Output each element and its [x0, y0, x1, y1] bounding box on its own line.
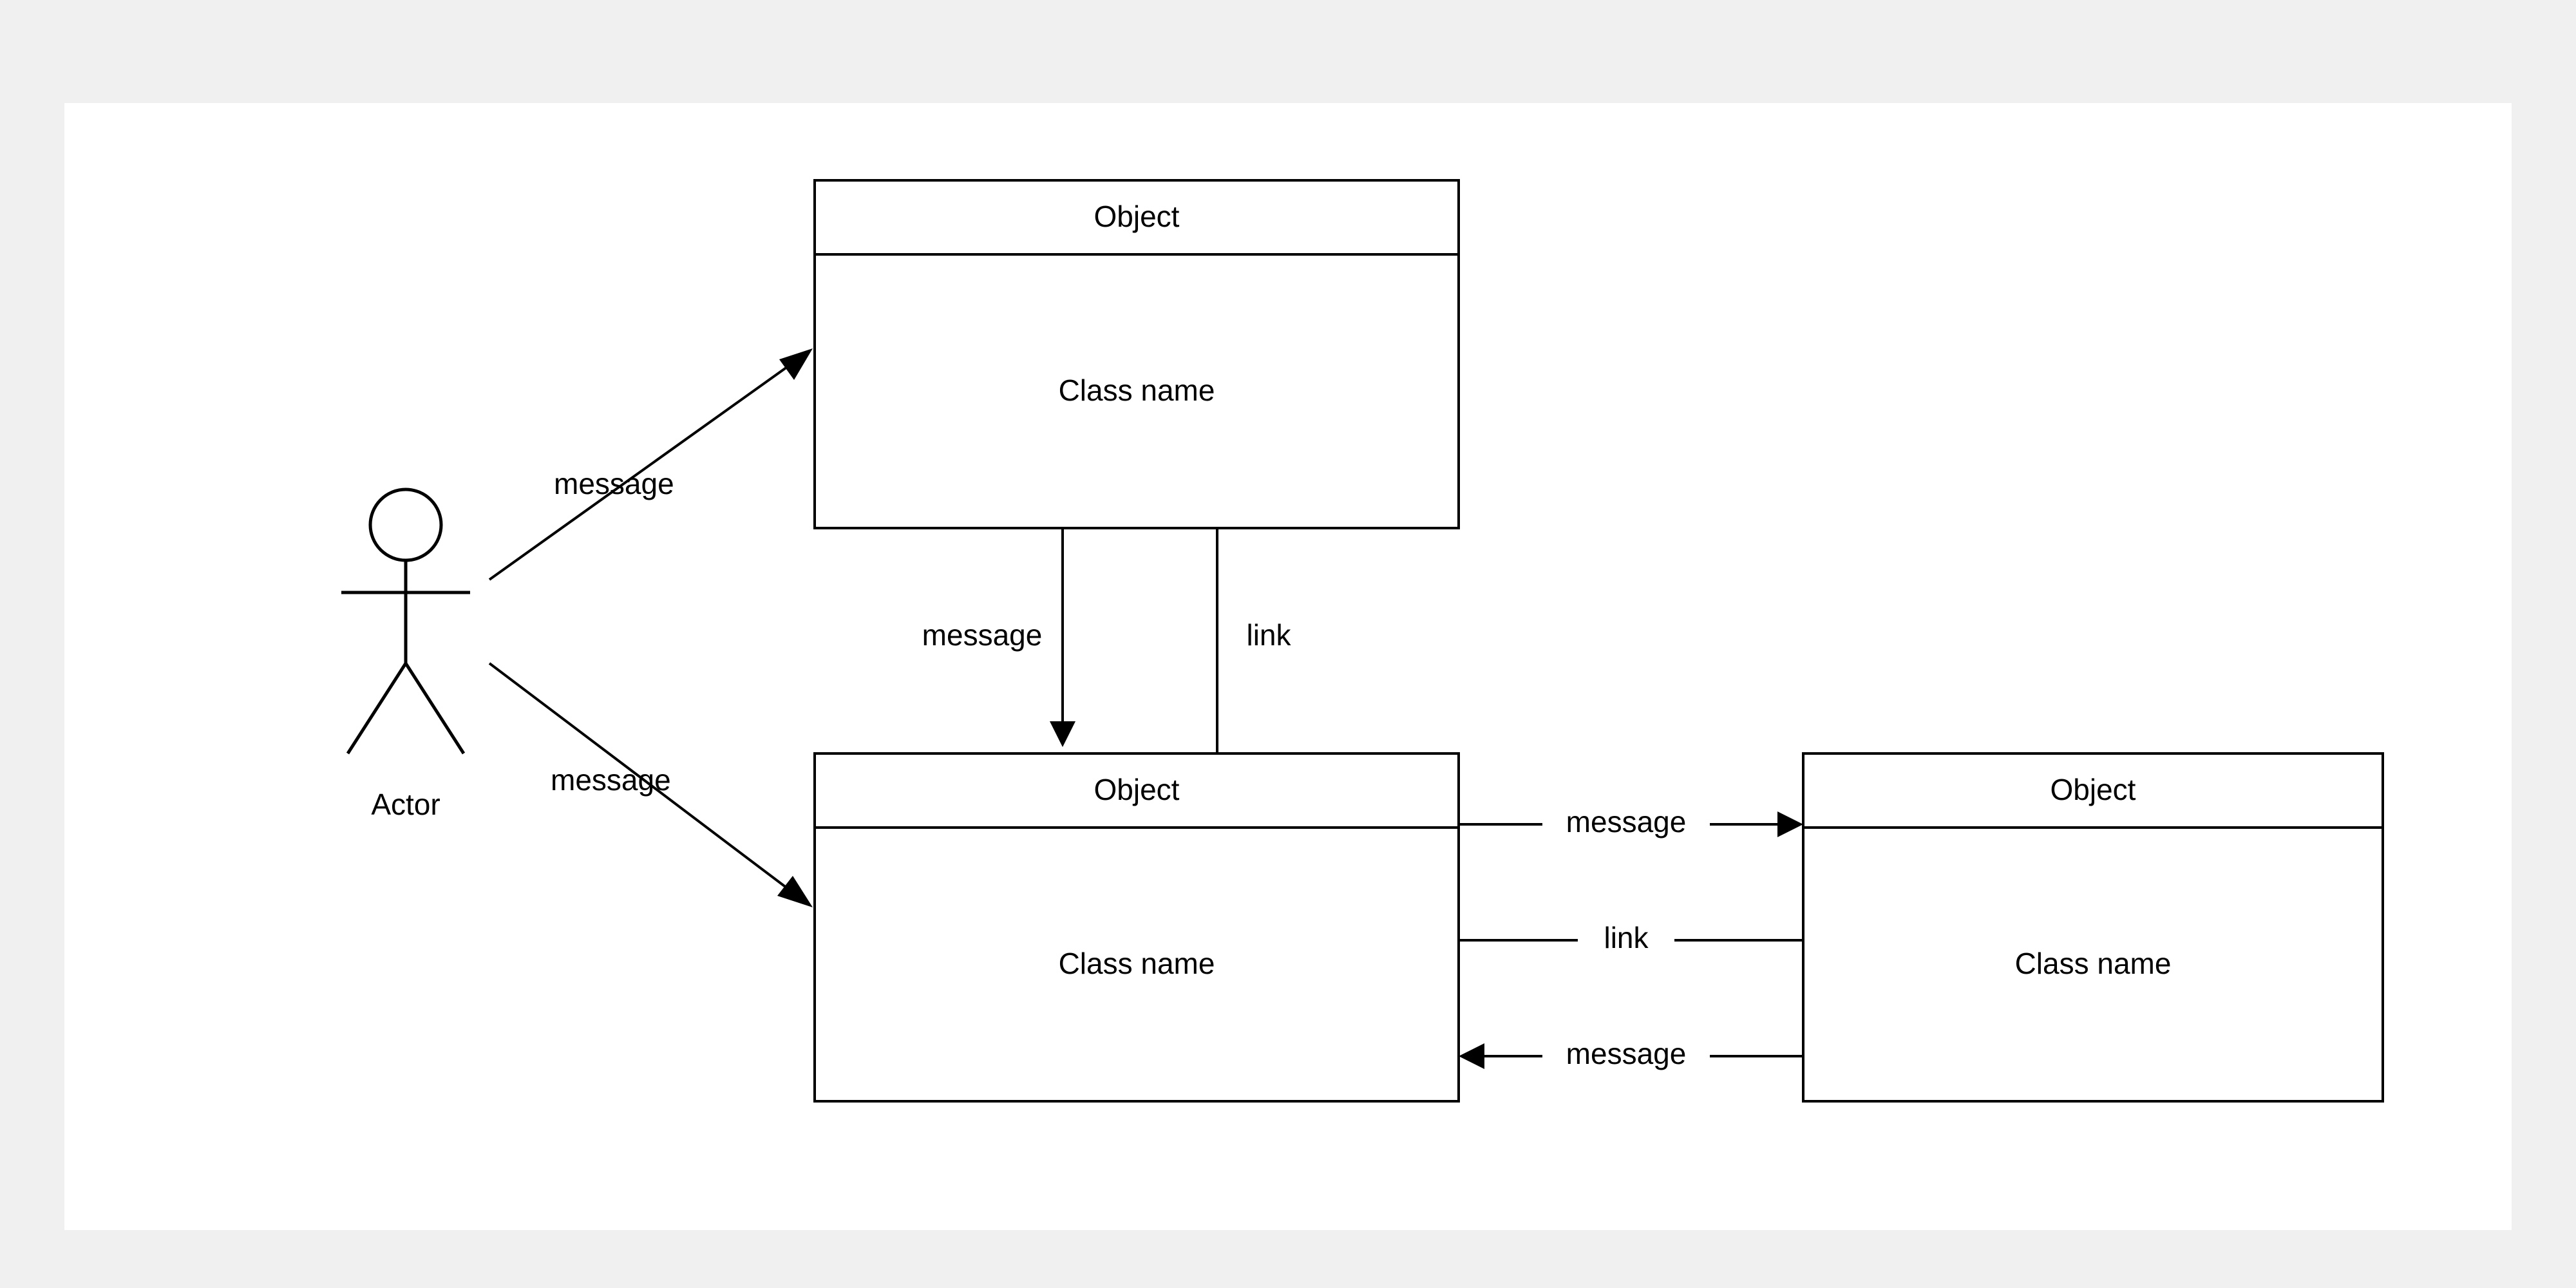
connection-actor-obj2: message	[489, 663, 813, 907]
connection-obj3-obj2-bot: message	[1459, 1037, 1803, 1075]
label-obj1-obj2-arrow: message	[922, 618, 1043, 652]
label-obj2-obj3-top: message	[1566, 805, 1687, 838]
label-actor-obj2: message	[551, 763, 671, 797]
object-1-body: Class name	[1059, 374, 1215, 407]
object-box-1: Object Class name	[815, 180, 1459, 528]
connection-obj2-obj3-top: message	[1459, 805, 1803, 844]
object-3-header: Object	[2050, 773, 2136, 806]
connection-obj2-obj3-mid: link	[1459, 921, 1803, 960]
label-obj1-obj2-link: link	[1246, 618, 1291, 652]
connection-actor-obj1: message	[489, 348, 813, 580]
object-2-body: Class name	[1059, 947, 1215, 980]
actor-figure	[341, 489, 470, 753]
object-box-2: Object Class name	[815, 753, 1459, 1101]
actor-label: Actor	[371, 788, 440, 821]
label-actor-obj1: message	[554, 467, 674, 500]
label-obj2-obj3-mid: link	[1604, 921, 1649, 954]
diagram-canvas: Actor Object Class name Object Class nam…	[64, 103, 2512, 1230]
connection-obj1-obj2-link: link	[1217, 528, 1292, 753]
object-3-body: Class name	[2015, 947, 2172, 980]
object-2-header: Object	[1094, 773, 1180, 806]
object-1-header: Object	[1094, 200, 1180, 233]
diagram-svg: Actor Object Class name Object Class nam…	[64, 103, 2512, 1230]
connection-obj1-obj2-arrow: message	[922, 528, 1075, 747]
object-box-3: Object Class name	[1803, 753, 2383, 1101]
label-obj3-obj2-bot: message	[1566, 1037, 1687, 1070]
